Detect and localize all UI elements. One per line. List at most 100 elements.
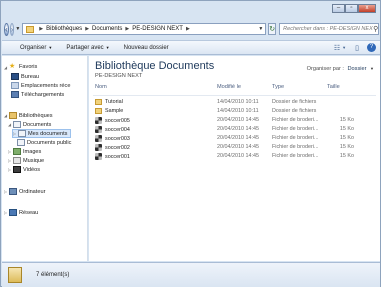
nav-public-documents[interactable]: Documents public (17, 139, 71, 146)
breadcrumb-arrow-icon[interactable]: ▶ (39, 26, 43, 32)
file-name[interactable]: soccer002 (95, 144, 130, 151)
column-header-type[interactable]: Type (272, 84, 284, 94)
file-name[interactable]: Tutorial (95, 99, 123, 105)
documents-icon (13, 121, 21, 128)
file-type: Fichier de broderi... (272, 117, 319, 123)
nav-favorites[interactable]: ◢ ★ Favoris (4, 63, 37, 71)
file-modified: 20/04/2010 14:45 (217, 126, 259, 132)
file-type: Fichier de broderi... (272, 126, 319, 132)
nav-public-documents-label: Documents public (27, 139, 72, 146)
file-row[interactable]: Tutorial 14/04/2010 10:11 Dossier de fichi… (93, 99, 376, 107)
address-row: ‹ › ▼ ▶ Bibliothèques ▶ Documents ▶ PE-D… (4, 21, 380, 37)
command-bar: Organiser ▼ Partager avec ▼ Nouveau dossie… (2, 40, 380, 55)
chevron-down-icon[interactable]: ▼ (370, 66, 374, 71)
breadcrumb-arrow-icon[interactable]: ▶ (186, 26, 190, 32)
search-input[interactable] (283, 26, 374, 32)
nav-my-documents[interactable]: ▷ Mes documents (12, 129, 72, 138)
file-name[interactable]: soccer001 (95, 153, 130, 160)
preview-pane-icon[interactable]: ▯ (355, 44, 359, 52)
recent-places-icon (11, 82, 19, 89)
arrange-by-label: Organiser par : (306, 66, 344, 72)
file-name[interactable]: soccer003 (95, 135, 130, 142)
libraries-icon (9, 112, 17, 119)
library-icon (8, 267, 22, 283)
nav-documents[interactable]: ◢ Documents (8, 121, 51, 128)
nav-videos[interactable]: ▷ Vidéos (8, 166, 40, 173)
music-icon (13, 157, 21, 164)
nav-network-label: Réseau (19, 209, 39, 216)
file-row[interactable]: soccer003 20/04/2010 14:45 Fichier de brod… (93, 135, 376, 143)
nav-music[interactable]: ▷ Musique (8, 157, 44, 164)
nav-favorites-label: Favoris (19, 64, 38, 70)
file-name-text: soccer003 (105, 135, 130, 142)
file-type: Fichier de broderi... (272, 153, 319, 159)
breadcrumb-arrow-icon[interactable]: ▶ (85, 26, 89, 32)
forward-button[interactable]: › (9, 22, 15, 36)
nav-recent-label: Emplacements réce (21, 82, 71, 89)
nav-images[interactable]: ▷ Images (8, 148, 41, 155)
chevron-down-icon: ▼ (48, 44, 53, 50)
nav-computer[interactable]: ▷ Ordinateur (4, 188, 45, 195)
images-icon (13, 148, 21, 155)
nav-downloads[interactable]: Téléchargements (11, 91, 64, 98)
file-row[interactable]: soccer005 20/04/2010 14:45 Fichier de brod… (93, 117, 376, 125)
file-modified: 14/04/2010 10:11 (217, 99, 259, 105)
folder-icon (18, 130, 26, 137)
folder-icon (95, 108, 102, 114)
nav-desktop[interactable]: Bureau (11, 73, 39, 80)
view-options-icon[interactable]: ☷ (334, 44, 340, 52)
new-folder-button[interactable]: Nouveau dossier (124, 45, 169, 51)
nav-recent-places[interactable]: Emplacements réce (11, 82, 70, 89)
share-label: Partager avec (66, 44, 104, 51)
column-header-modified[interactable]: Modifié le (217, 84, 241, 94)
library-icon (26, 25, 35, 33)
back-button[interactable]: ‹ (4, 22, 9, 36)
nav-libraries-label: Bibliothèques (19, 112, 53, 119)
refresh-icon[interactable]: ↻ (268, 23, 277, 35)
downloads-icon (11, 91, 19, 98)
nav-desktop-label: Bureau (21, 73, 40, 80)
history-dropdown[interactable]: ▼ (15, 26, 20, 32)
file-name[interactable]: Sample (95, 108, 123, 114)
nav-documents-label: Documents (23, 121, 52, 128)
address-dropdown-icon[interactable]: ▼ (258, 26, 263, 32)
file-name[interactable]: soccer004 (95, 126, 130, 133)
chevron-down-icon[interactable]: ▼ (342, 45, 346, 50)
file-row[interactable]: Sample 14/04/2010 10:11 Dossier de fichier… (93, 108, 376, 116)
help-icon[interactable]: ? (367, 43, 376, 52)
embroidery-file-icon (95, 153, 102, 160)
file-size: 15 Ko (339, 117, 354, 123)
file-modified: 20/04/2010 14:45 (217, 117, 259, 123)
nav-libraries[interactable]: ◢ Bibliothèques (4, 112, 53, 119)
close-button[interactable]: x (358, 4, 376, 13)
breadcrumb-arrow-icon[interactable]: ▶ (125, 26, 129, 32)
embroidery-file-icon (95, 126, 102, 133)
file-modified: 20/04/2010 14:45 (217, 153, 259, 159)
file-name-text: soccer001 (105, 153, 130, 160)
file-name[interactable]: soccer005 (95, 117, 130, 124)
column-header-size[interactable]: Taille (327, 84, 340, 94)
minimize-button[interactable]: – (332, 4, 345, 13)
file-row[interactable]: soccer001 20/04/2010 14:45 Fichier de brod… (93, 153, 376, 161)
arrange-by-dropdown[interactable]: Dossier (348, 66, 367, 72)
file-size: 15 Ko (339, 153, 354, 159)
item-count: 7 élément(s) (36, 272, 70, 278)
share-button[interactable]: Partager avec ▼ (66, 45, 109, 51)
organize-button[interactable]: Organiser ▼ (20, 45, 52, 51)
file-row[interactable]: soccer004 20/04/2010 14:45 Fichier de brod… (93, 126, 376, 134)
file-name-text: Sample (105, 108, 124, 114)
nav-network[interactable]: ▷ Réseau (4, 209, 38, 216)
nav-computer-label: Ordinateur (19, 188, 46, 195)
column-header-name[interactable]: Nom (95, 84, 107, 94)
search-icon[interactable]: ⚲ (373, 25, 378, 33)
search-box[interactable]: ⚲ (279, 23, 380, 35)
file-row[interactable]: soccer002 20/04/2010 14:45 Fichier de brod… (93, 144, 376, 152)
desktop-icon (11, 73, 19, 80)
breadcrumb-pe-design-next[interactable]: PE-DESIGN NEXT (132, 26, 183, 32)
address-bar[interactable]: ▶ Bibliothèques ▶ Documents ▶ PE-DESIGN … (22, 23, 267, 35)
details-pane: 7 élément(s) (2, 262, 380, 287)
breadcrumb-documents[interactable]: Documents (92, 26, 122, 32)
breadcrumb-libraries[interactable]: Bibliothèques (46, 26, 82, 32)
maximize-button[interactable]: ▫ (345, 4, 358, 13)
file-name-text: Tutorial (105, 99, 123, 105)
